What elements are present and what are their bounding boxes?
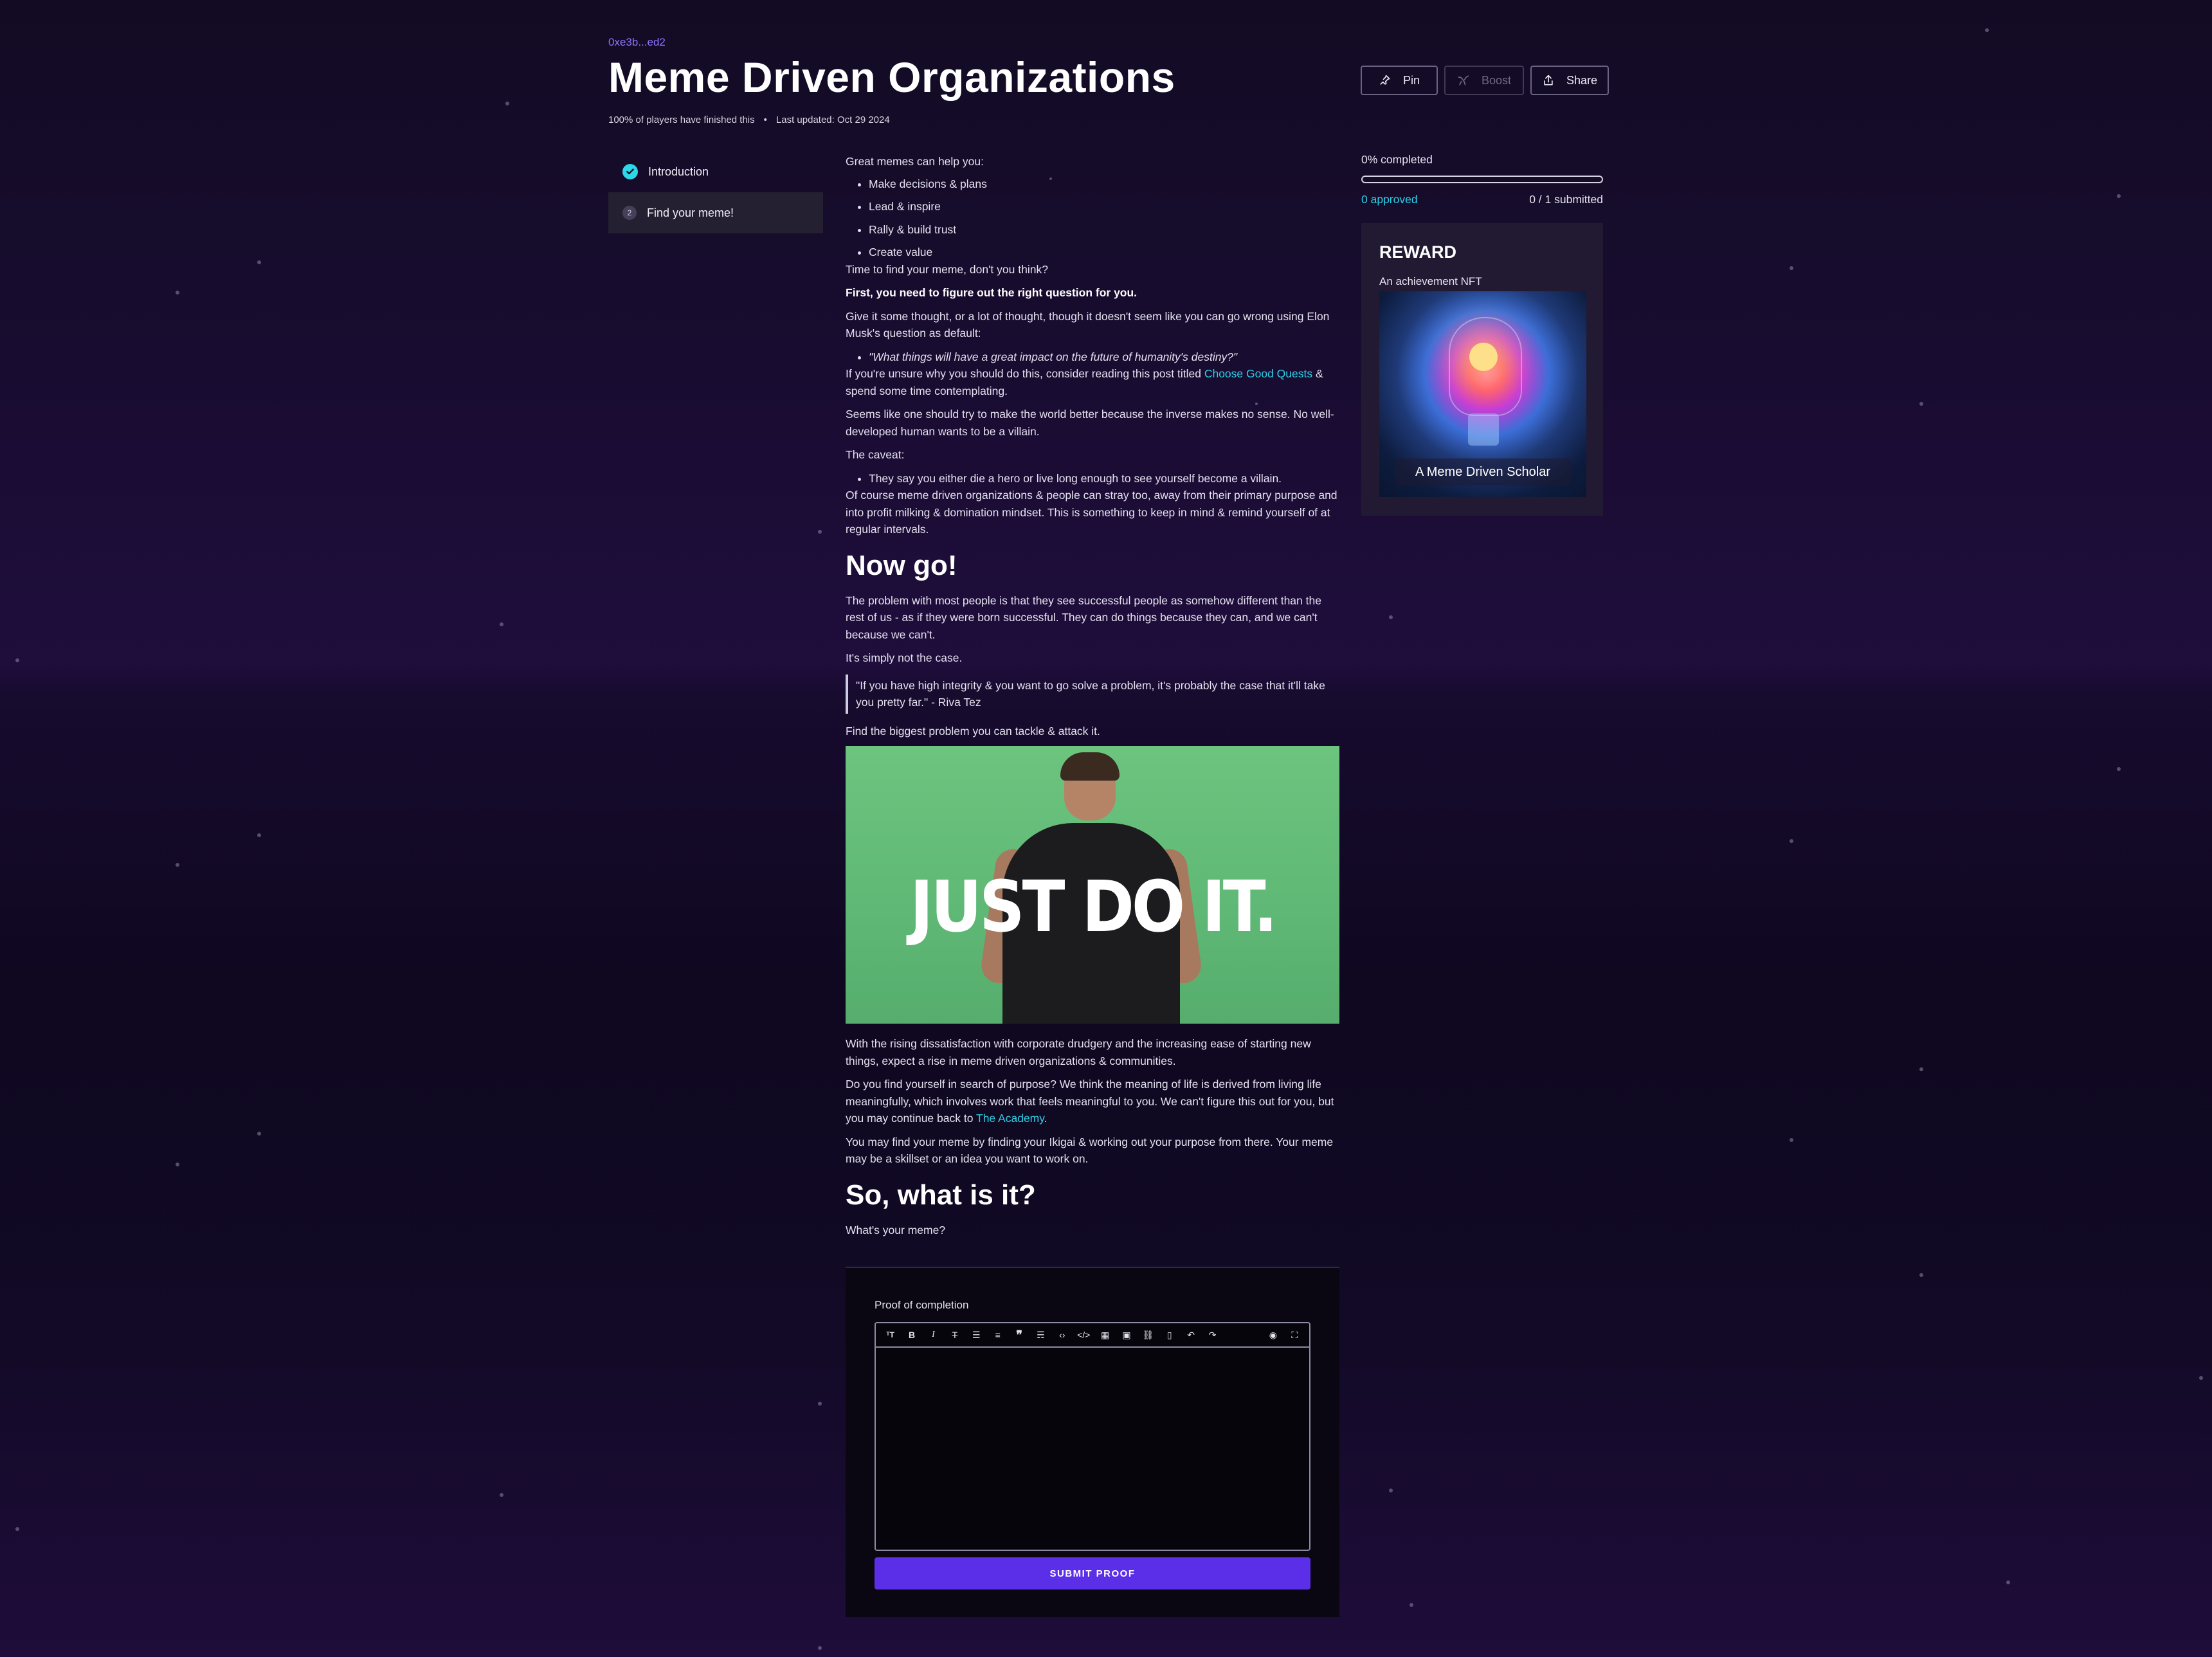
- list-item: They say you either die a hero or live l…: [869, 470, 1339, 487]
- choose-good-quests-link[interactable]: Choose Good Quests: [1204, 367, 1312, 380]
- image-icon[interactable]: ▣: [1116, 1325, 1137, 1345]
- share-button[interactable]: Share: [1530, 66, 1609, 95]
- step-find-your-meme[interactable]: 2 Find your meme!: [608, 192, 823, 233]
- page-title: Meme Driven Organizations: [608, 53, 1175, 101]
- proof-of-completion-panel: Proof of completion ᵀT B I T ☰ ≡ ❞ ☴ ‹› …: [846, 1267, 1339, 1617]
- paragraph: It's simply not the case.: [846, 651, 963, 664]
- list-item: Create value: [869, 244, 1339, 261]
- code-icon[interactable]: ‹›: [1051, 1325, 1073, 1345]
- submitted-count: 0 / 1 submitted: [1529, 193, 1603, 206]
- checkmark-icon: [622, 164, 638, 179]
- paragraph: First, you need to figure out the right …: [846, 286, 1138, 299]
- paragraph: Of course meme driven organizations & pe…: [846, 489, 1337, 536]
- preview-icon[interactable]: ◉: [1262, 1325, 1283, 1345]
- meta-separator: •: [763, 114, 767, 125]
- section-heading: Now go!: [846, 549, 957, 581]
- reward-title: REWARD: [1379, 242, 1456, 262]
- editor-toolbar: ᵀT B I T ☰ ≡ ❞ ☴ ‹› </> ▦ ▣ ⛓ ▯ ↶ ↷ ◉ ⛶: [876, 1323, 1309, 1348]
- list-item: Rally & build trust: [869, 221, 1339, 239]
- horizontal-rule-icon[interactable]: ☴: [1030, 1325, 1051, 1345]
- header-actions: Pin Boost Share: [1361, 66, 1609, 95]
- meme-caption: JUST DO IT.: [909, 866, 1278, 948]
- submit-proof-button[interactable]: SUBMIT PROOF: [875, 1557, 1310, 1589]
- quest-steps: Introduction 2 Find your meme!: [608, 151, 823, 233]
- paragraph: Seems like one should try to make the wo…: [846, 408, 1334, 438]
- step-label: Find your meme!: [647, 206, 734, 219]
- default-question-list: "What things will have a great impact on…: [846, 349, 1339, 366]
- last-updated: Last updated: Oct 29 2024: [775, 114, 890, 125]
- paragraph: Give it some thought, or a lot of though…: [846, 309, 1330, 340]
- share-label: Share: [1566, 73, 1598, 87]
- pin-label: Pin: [1402, 73, 1420, 87]
- reward-subtitle: An achievement NFT: [1379, 275, 1482, 287]
- paragraph: With the rising dissatisfaction with cor…: [846, 1037, 1311, 1067]
- paragraph: The problem with most people is that the…: [846, 593, 1321, 641]
- text: .: [1044, 1112, 1047, 1125]
- boost-button[interactable]: Boost: [1444, 66, 1524, 95]
- quote-icon[interactable]: ❞: [1008, 1325, 1029, 1345]
- progress-bar: [1361, 176, 1603, 183]
- text: Do you find yourself in search of purpos…: [846, 1078, 1334, 1125]
- strikethrough-icon[interactable]: T: [944, 1325, 965, 1345]
- boost-label: Boost: [1481, 73, 1512, 87]
- fullscreen-icon[interactable]: ⛶: [1284, 1325, 1305, 1345]
- proof-editor[interactable]: ᵀT B I T ☰ ≡ ❞ ☴ ‹› </> ▦ ▣ ⛓ ▯ ↶ ↷ ◉ ⛶: [875, 1322, 1310, 1551]
- paragraph: If you're unsure why you should do this,…: [846, 365, 1339, 399]
- nft-image: A Meme Driven Scholar: [1379, 291, 1586, 497]
- list-item: "What things will have a great impact on…: [869, 349, 1339, 366]
- redo-icon[interactable]: ↷: [1202, 1325, 1223, 1345]
- link-icon[interactable]: ⛓: [1138, 1325, 1159, 1345]
- progress-label: 0% completed: [1361, 153, 1433, 166]
- text: If you're unsure why you should do this,…: [846, 367, 1204, 380]
- paragraph: Do you find yourself in search of purpos…: [846, 1076, 1339, 1127]
- bold-icon[interactable]: B: [901, 1325, 922, 1345]
- paragraph: Time to find your meme, don't you think?: [846, 262, 1048, 276]
- bullet-list-icon[interactable]: ☰: [966, 1325, 987, 1345]
- code-block-icon[interactable]: </>: [1073, 1325, 1094, 1345]
- italic-icon[interactable]: I: [923, 1325, 944, 1345]
- players-finished: 100% of players have finished this: [608, 114, 755, 125]
- reward-card: REWARD An achievement NFT A Meme Driven …: [1361, 223, 1603, 516]
- nft-name: A Meme Driven Scholar: [1395, 458, 1571, 485]
- boost-icon: [1458, 75, 1469, 86]
- share-icon: [1544, 75, 1553, 86]
- clear-icon[interactable]: ▯: [1159, 1325, 1180, 1345]
- numbered-list-icon[interactable]: ≡: [987, 1325, 1008, 1345]
- paragraph: Find the biggest problem you can tackle …: [846, 724, 1100, 738]
- paragraph: What's your meme?: [846, 1223, 946, 1236]
- paragraph: Great memes can help you:: [846, 155, 984, 168]
- quest-content: Great memes can help you: Make decisions…: [846, 153, 1339, 1245]
- section-heading: So, what is it?: [846, 1179, 1036, 1211]
- paragraph: The caveat:: [846, 448, 905, 461]
- pin-icon: [1380, 75, 1390, 85]
- caveat-list: They say you either die a hero or live l…: [846, 470, 1339, 487]
- heading-icon[interactable]: ᵀT: [880, 1325, 901, 1345]
- paragraph: You may find your meme by finding your I…: [846, 1135, 1334, 1166]
- page-meta: 100% of players have finished this • Last …: [608, 114, 890, 125]
- approved-count: 0 approved: [1361, 193, 1418, 206]
- step-introduction[interactable]: Introduction: [608, 151, 823, 192]
- step-number: 2: [622, 206, 637, 220]
- list-item: Make decisions & plans: [869, 176, 1339, 193]
- table-icon[interactable]: ▦: [1094, 1325, 1116, 1345]
- proof-label: Proof of completion: [875, 1299, 969, 1311]
- undo-icon[interactable]: ↶: [1180, 1325, 1201, 1345]
- the-academy-link[interactable]: The Academy: [976, 1112, 1044, 1125]
- pin-button[interactable]: Pin: [1361, 66, 1438, 95]
- benefits-list: Make decisions & plans Lead & inspire Ra…: [846, 176, 1339, 261]
- list-item: Lead & inspire: [869, 198, 1339, 215]
- step-label: Introduction: [648, 165, 709, 178]
- quote: "If you have high integrity & you want t…: [846, 674, 1339, 714]
- just-do-it-meme-image: JUST DO IT.: [846, 746, 1339, 1024]
- author-address[interactable]: 0xe3b...ed2: [608, 36, 666, 49]
